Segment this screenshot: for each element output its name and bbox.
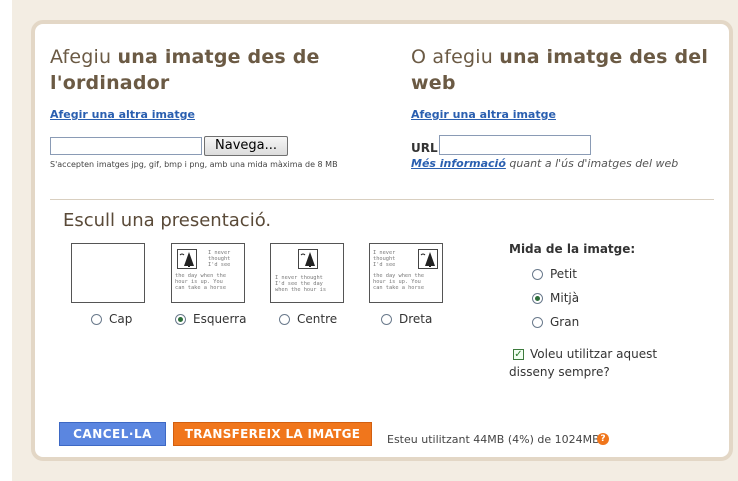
question-icon[interactable]: ?	[597, 433, 609, 445]
layout-label-right: Dreta	[399, 312, 433, 326]
accepted-formats-note: S'accepten imatges jpg, gif, bmp i png, …	[50, 160, 338, 169]
layout-preview-left[interactable]: I never thought I'd see the day when the…	[171, 243, 245, 303]
layout-preview-none[interactable]	[71, 243, 145, 303]
layout-title: Escull una presentació.	[63, 210, 272, 231]
cancel-button[interactable]: CANCEL·LA	[59, 422, 166, 446]
tree-image-icon	[177, 249, 197, 269]
url-field[interactable]	[439, 135, 591, 155]
layout-preview-center[interactable]: I never thought I'd see the day when the…	[270, 243, 344, 303]
web-add-another-link[interactable]: Afegir una altra imatge	[411, 108, 556, 121]
always-use-label-line1: Voleu utilitzar aquest	[530, 347, 658, 361]
size-label-small: Petit	[550, 267, 577, 281]
page-margin	[0, 0, 12, 481]
layout-radio-right[interactable]	[381, 314, 392, 325]
preview-center-line-3: when the hour is	[275, 287, 327, 293]
url-label: URL	[411, 141, 438, 155]
more-info-link[interactable]: Més informació	[411, 157, 506, 170]
layout-radio-left[interactable]	[175, 314, 186, 325]
layout-label-none: Cap	[109, 312, 133, 326]
upload-image-button[interactable]: TRANSFEREIX LA IMATGE	[173, 422, 372, 446]
local-add-another-link[interactable]: Afegir una altra imatge	[50, 108, 195, 121]
preview-right-line-3: I'd see	[373, 262, 396, 268]
tree-image-icon	[298, 249, 318, 269]
size-label-medium: Mitjà	[550, 291, 580, 305]
preview-right-line-6: can take a horse	[373, 285, 425, 291]
always-use-checkbox[interactable]: ✓	[513, 349, 524, 360]
image-size-title: Mida de la imatge:	[509, 242, 636, 256]
preview-left-line-3: I'd see	[208, 262, 231, 268]
storage-usage-text: Esteu utilitzant 44MB (4%) de 1024MB –	[387, 433, 609, 446]
layout-label-center: Centre	[297, 312, 338, 326]
size-radio-medium[interactable]	[532, 293, 543, 304]
local-heading-prefix: Afegiu	[50, 46, 118, 68]
section-divider	[50, 199, 714, 200]
size-label-large: Gran	[550, 315, 580, 329]
layout-label-left: Esquerra	[193, 312, 247, 326]
web-info-text: Més informació quant a l'ús d'imatges de…	[411, 157, 678, 170]
preview-left-line-6: can take a horse	[175, 285, 227, 291]
layout-radio-center[interactable]	[279, 314, 290, 325]
size-radio-small[interactable]	[532, 269, 543, 280]
upload-image-dialog: Afegiu una imatge des de l'ordinador Afe…	[31, 20, 733, 461]
local-heading: Afegiu una imatge des de l'ordinador	[50, 44, 350, 96]
size-radio-large[interactable]	[532, 317, 543, 328]
file-path-field[interactable]	[50, 137, 202, 155]
always-use-label-line2: disseny sempre?	[509, 365, 610, 379]
more-info-suffix: quant a l'ús d'imatges del web	[505, 157, 679, 170]
browse-button[interactable]: Navega...	[204, 136, 288, 156]
web-heading-prefix: O afegiu	[411, 46, 500, 68]
layout-preview-right[interactable]: I never thought I'd see the day when the…	[369, 243, 443, 303]
tree-image-icon	[418, 249, 438, 269]
web-heading: O afegiu una imatge des del web	[411, 44, 711, 96]
layout-radio-none[interactable]	[91, 314, 102, 325]
